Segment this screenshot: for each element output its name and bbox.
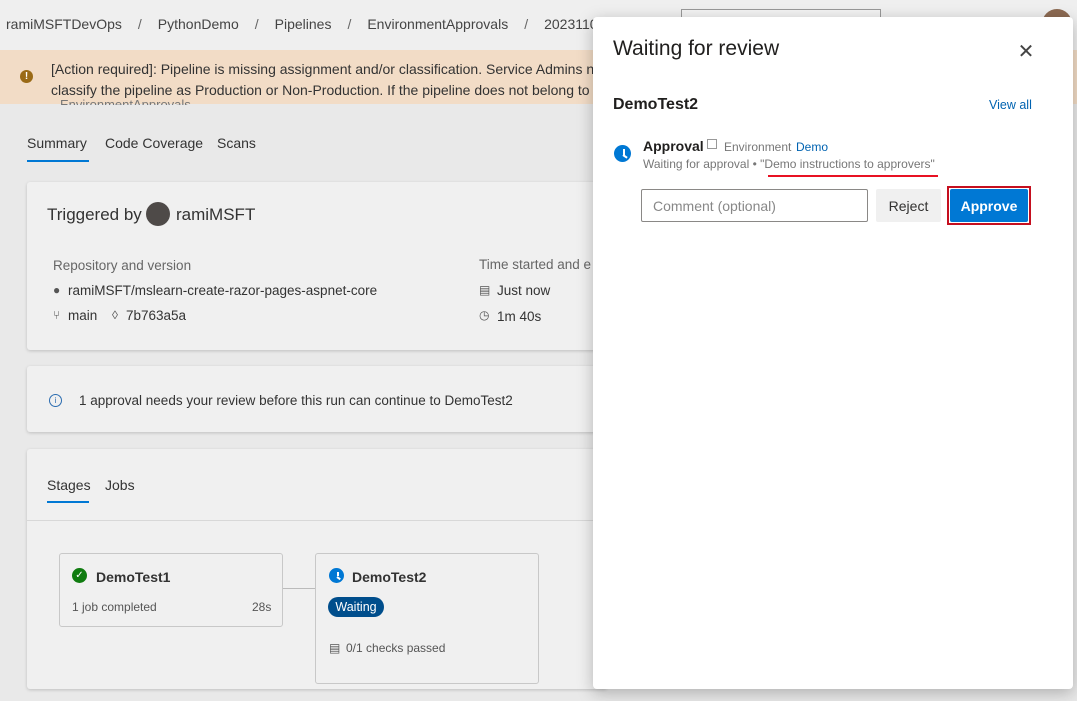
approver-instructions: "Demo instructions to approvers" <box>760 157 935 171</box>
close-icon[interactable]: ✕ <box>1016 42 1036 62</box>
checklist-icon: ▤ <box>329 641 341 655</box>
approval-notice-text: 1 approval needs your review before this… <box>79 393 513 408</box>
waiting-badge: Waiting <box>328 597 384 617</box>
stages-tab-indicator <box>47 501 89 503</box>
breadcrumb-org[interactable]: ramiMSFTDevOps <box>6 16 122 32</box>
repo-version-label: Repository and version <box>53 258 192 273</box>
stage-name: DemoTest2 <box>352 569 427 585</box>
success-check-icon: ✓ <box>72 568 87 583</box>
duration: 1m 40s <box>497 309 542 324</box>
github-icon: ● <box>53 283 61 297</box>
environment-icon <box>707 139 717 149</box>
view-all-link[interactable]: View all <box>989 98 1032 112</box>
tab-scans[interactable]: Scans <box>217 135 256 151</box>
trigger-user-name[interactable]: ramiMSFT <box>176 205 255 225</box>
approve-button[interactable]: Approve <box>950 189 1028 222</box>
breadcrumb-pipeline[interactable]: EnvironmentApprovals <box>367 16 508 32</box>
panel-stage-name: DemoTest2 <box>613 96 699 113</box>
stage-card-demotest1[interactable] <box>59 553 283 627</box>
started-time: Just now <box>497 283 551 298</box>
reject-button[interactable]: Reject <box>876 189 941 222</box>
environment-link[interactable]: Demo <box>796 140 828 154</box>
approval-clock-icon <box>614 145 631 162</box>
clock-icon: ◷ <box>479 308 490 322</box>
info-icon: i <box>49 394 62 407</box>
breadcrumb-separator: / <box>524 16 529 32</box>
warning-text: [Action required]: Pipeline is missing a… <box>51 59 596 101</box>
stage-card-demotest2[interactable] <box>315 553 539 684</box>
trigger-user-avatar <box>146 202 170 226</box>
active-tab-indicator <box>27 160 89 162</box>
breadcrumb-run[interactable]: 2023110 <box>544 16 597 32</box>
breadcrumb-separator: / <box>347 16 352 32</box>
warning-line-1: [Action required]: Pipeline is missing a… <box>51 61 596 77</box>
warning-icon: ! <box>20 70 33 83</box>
panel-title: Waiting for review <box>613 37 780 60</box>
instructions-highlight <box>768 175 938 177</box>
approval-status: Waiting for approval • "Demo instruction… <box>643 157 935 171</box>
stage-duration: 28s <box>252 600 272 614</box>
tab-jobs[interactable]: Jobs <box>105 477 135 493</box>
triggered-by-label: Triggered by <box>47 205 142 224</box>
environment-label: Environment <box>724 140 792 154</box>
stage-job-summary: 1 job completed <box>72 600 157 614</box>
breadcrumb-separator: / <box>137 16 142 32</box>
stage-name: DemoTest1 <box>96 569 171 585</box>
breadcrumb: ramiMSFTDevOps / PythonDemo / Pipelines / Envi… <box>6 16 598 32</box>
checks-status: 0/1 checks passed <box>346 641 446 655</box>
waiting-clock-icon <box>329 568 344 583</box>
calendar-icon: ▤ <box>479 283 491 297</box>
breadcrumb-project[interactable]: PythonDemo <box>158 16 239 32</box>
comment-input[interactable] <box>641 189 868 222</box>
tab-stages[interactable]: Stages <box>47 477 91 493</box>
tab-code-coverage[interactable]: Code Coverage <box>105 135 203 151</box>
branch-icon: ⑂ <box>53 308 61 322</box>
stage-connector <box>283 588 315 589</box>
pipeline-label: EnvironmentApprovals <box>60 97 191 105</box>
approval-status-prefix: Waiting for approval • <box>643 157 757 171</box>
tab-summary[interactable]: Summary <box>27 135 87 151</box>
breadcrumb-pipelines[interactable]: Pipelines <box>275 16 332 32</box>
divider <box>27 520 607 521</box>
commit-icon: ◊ <box>112 308 118 322</box>
time-label: Time started and e <box>479 257 592 272</box>
branch-name[interactable]: main <box>68 308 97 323</box>
breadcrumb-separator: / <box>254 16 259 32</box>
review-panel <box>593 17 1073 689</box>
repo-link[interactable]: ramiMSFT/mslearn-create-razor-pages-aspn… <box>68 283 377 298</box>
approval-title: Approval <box>643 138 704 154</box>
commit-hash[interactable]: 7b763a5a <box>126 308 186 323</box>
